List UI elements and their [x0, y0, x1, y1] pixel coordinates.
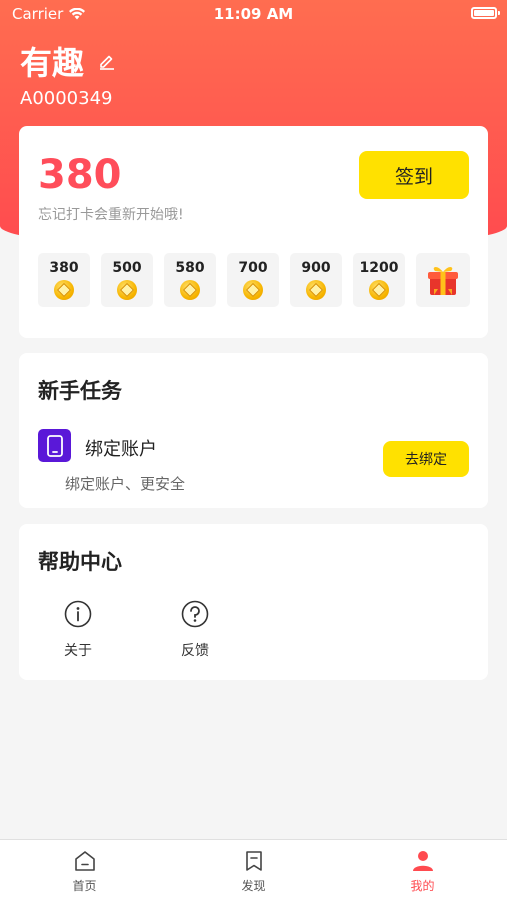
novice-tasks-title: 新手任务: [38, 379, 122, 403]
help-item-label: 反馈: [181, 643, 209, 659]
checkin-day-1: 380: [38, 253, 90, 307]
edit-pencil-icon[interactable]: [98, 52, 116, 70]
checkin-day-6: 1200: [353, 253, 405, 307]
day-reward-value: 380: [49, 260, 79, 276]
profile-name-row: 有趣: [20, 38, 116, 84]
novice-tasks-card: 新手任务 绑定账户 绑定账户、更安全 去绑定: [19, 353, 488, 508]
tab-bar: 首页 发现 我的: [0, 839, 507, 900]
tab-label: 首页: [72, 879, 97, 893]
checkin-day-7: [416, 253, 470, 307]
task-description: 绑定账户、更安全: [65, 475, 186, 493]
tab-mine[interactable]: 我的: [338, 840, 507, 900]
help-item-about[interactable]: 关于: [48, 600, 108, 660]
checkin-days-row: 380 500 580 700 900 1200: [38, 253, 470, 307]
question-icon: [181, 600, 209, 628]
help-center-title: 帮助中心: [38, 550, 122, 574]
task-name: 绑定账户: [85, 439, 157, 460]
battery-icon: [471, 7, 500, 19]
help-item-feedback[interactable]: 反馈: [165, 600, 225, 660]
checkin-button[interactable]: 签到: [359, 151, 469, 199]
checkin-day-3: 580: [164, 253, 216, 307]
status-time: 11:09 AM: [213, 5, 294, 23]
help-item-label: 关于: [64, 643, 92, 659]
status-bar: Carrier 11:09 AM: [0, 0, 507, 28]
day-reward-value: 500: [112, 260, 142, 276]
coin-icon: [306, 280, 326, 300]
help-center-card: 帮助中心 关于 反馈: [19, 524, 488, 680]
tab-discover[interactable]: 发现: [169, 840, 338, 900]
profile-user-id: A0000349: [20, 88, 113, 109]
day-reward-value: 700: [238, 260, 268, 276]
coin-icon: [54, 280, 74, 300]
points-value: 380: [38, 152, 122, 198]
profile-name: 有趣: [20, 44, 85, 82]
phone-icon: [38, 429, 71, 462]
checkin-hint: 忘记打卡会重新开始哦!: [38, 207, 184, 223]
info-icon: [64, 600, 92, 628]
day-reward-value: 900: [301, 260, 331, 276]
tab-label: 发现: [241, 879, 266, 893]
checkin-day-5: 900: [290, 253, 342, 307]
bind-account-button[interactable]: 去绑定: [383, 441, 469, 477]
day-reward-value: 580: [175, 260, 205, 276]
checkin-day-4: 700: [227, 253, 279, 307]
checkin-day-2: 500: [101, 253, 153, 307]
gift-icon: [428, 266, 458, 295]
coin-icon: [180, 280, 200, 300]
coin-icon: [243, 280, 263, 300]
tab-label: 我的: [410, 879, 435, 893]
coin-icon: [117, 280, 137, 300]
bookmark-icon: [245, 851, 262, 871]
day-reward-value: 1200: [359, 260, 399, 276]
home-icon: [74, 851, 95, 871]
tab-home[interactable]: 首页: [0, 840, 169, 900]
checkin-card: 380 忘记打卡会重新开始哦! 签到 380 500 580 700 900 1…: [19, 126, 488, 338]
user-icon: [412, 851, 433, 871]
coin-icon: [369, 280, 389, 300]
profile-screen: Carrier 11:09 AM 有趣 A0000349 380 忘记打卡会重新…: [0, 0, 507, 900]
